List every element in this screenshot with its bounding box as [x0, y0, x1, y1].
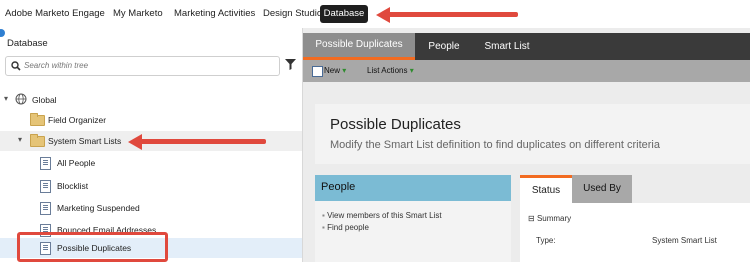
tree-item-global[interactable]: ▾ Global [0, 90, 302, 110]
main-tab-bar: Possible Duplicates People Smart List [303, 33, 750, 60]
view-members-link[interactable]: ▪ View members of this Smart List [322, 211, 442, 220]
annotation-arrow-head [128, 134, 142, 150]
people-panel-title: People [321, 181, 356, 193]
bullet-icon: ▪ [322, 223, 325, 232]
tree-label: Field Organizer [48, 115, 107, 125]
new-icon [312, 66, 323, 77]
tab-people[interactable]: People [419, 33, 469, 60]
summary-toggle[interactable]: ⊟ Summary [528, 214, 571, 223]
tree-label: Marketing Suspended [57, 203, 140, 213]
page-subtitle: Modify the Smart List definition to find… [330, 139, 660, 151]
tree-search-input[interactable]: Search within tree [5, 56, 280, 76]
type-label: Type: [536, 236, 556, 245]
top-navigation: Adobe Marketo Engage My Marketo Marketin… [0, 0, 750, 29]
search-icon [11, 61, 21, 71]
status-panel: Status Used By ⊟ Summary Type: System Sm… [520, 175, 750, 262]
annotation-highlight-box [17, 232, 168, 262]
tree-label: All People [57, 158, 96, 168]
page-header: Possible Duplicates Modify the Smart Lis… [315, 104, 750, 164]
chevron-down-icon[interactable]: ▾ [18, 135, 22, 144]
annotation-arrow-line [386, 12, 518, 17]
people-panel: People ▪ View members of this Smart List… [315, 175, 511, 262]
tree-item-field-organizer[interactable]: Field Organizer [0, 110, 302, 130]
people-panel-header: People [315, 175, 511, 201]
smart-list-icon [40, 157, 51, 170]
tree-item-all-people[interactable]: All People [0, 153, 302, 173]
nav-my-marketo[interactable]: My Marketo [113, 8, 163, 19]
tab-possible-duplicates[interactable]: Possible Duplicates [303, 33, 415, 60]
nav-adobe-marketo-engage[interactable]: Adobe Marketo Engage [5, 8, 105, 19]
bullet-icon: ▪ [322, 211, 325, 220]
status-content: ⊟ Summary Type: System Smart List [520, 203, 750, 262]
tree-title: Database [7, 38, 48, 49]
tab-status[interactable]: Status [520, 175, 572, 203]
folder-icon [30, 134, 45, 147]
search-placeholder: Search within tree [24, 61, 89, 70]
tab-smart-list[interactable]: Smart List [473, 33, 541, 60]
main-toolbar: New ▾ List Actions ▾ [303, 60, 750, 82]
info-dot-icon [0, 29, 5, 37]
nav-marketing-activities[interactable]: Marketing Activities [174, 8, 255, 19]
new-button[interactable]: New ▾ [324, 66, 346, 75]
list-actions-button[interactable]: List Actions ▾ [367, 66, 414, 75]
tree-label: Global [32, 95, 57, 105]
tab-used-by[interactable]: Used By [572, 175, 632, 203]
annotation-arrow-head [376, 7, 390, 23]
tree-item-marketing-suspended[interactable]: Marketing Suspended [0, 198, 302, 218]
nav-design-studio[interactable]: Design Studio [263, 8, 322, 19]
annotation-arrow-line [140, 139, 266, 144]
nav-database[interactable]: Database [320, 5, 368, 23]
globe-icon [15, 93, 27, 105]
type-value: System Smart List [652, 236, 717, 245]
tree-item-blocklist[interactable]: Blocklist [0, 176, 302, 196]
folder-icon [30, 113, 45, 126]
tree-pane: Database Search within tree ▾ Global Fie… [0, 28, 303, 262]
tree-label: System Smart Lists [48, 136, 122, 146]
tree-label: Blocklist [57, 181, 89, 191]
smart-list-icon [40, 180, 51, 193]
chevron-down-icon[interactable]: ▾ [4, 94, 8, 103]
filter-icon[interactable] [285, 59, 296, 70]
collapse-icon: ⊟ [528, 214, 535, 223]
page-title: Possible Duplicates [330, 116, 461, 133]
find-people-link[interactable]: ▪ Find people [322, 223, 369, 232]
smart-list-icon [40, 202, 51, 215]
